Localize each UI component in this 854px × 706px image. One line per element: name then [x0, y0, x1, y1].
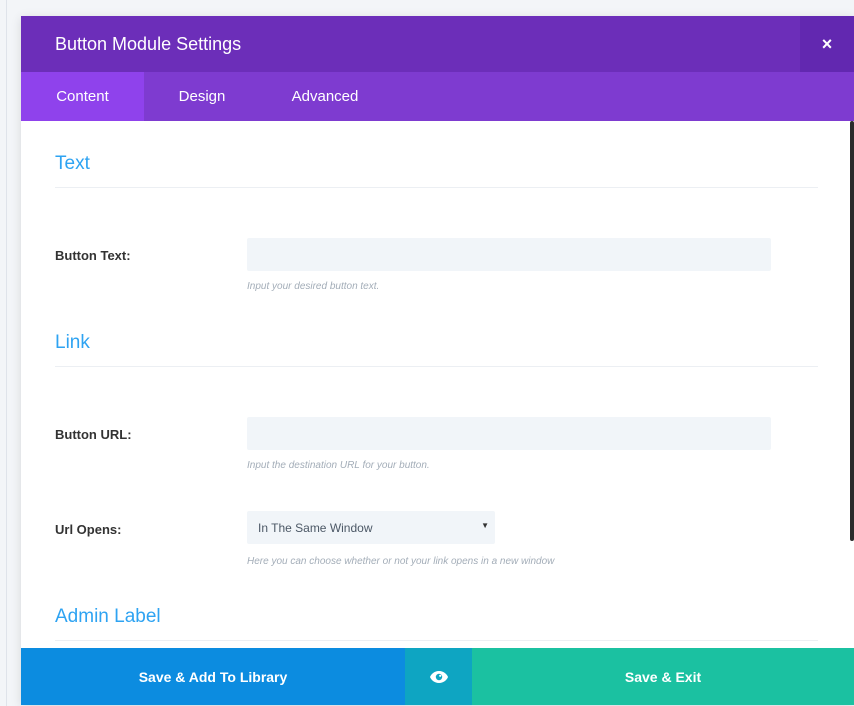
- modal-footer: Save & Add To Library Save & Exit: [21, 648, 854, 705]
- url-opens-select[interactable]: In The Same Window ▼: [247, 511, 495, 544]
- section-title-admin-label: Admin Label: [55, 606, 161, 627]
- scrollbar[interactable]: [850, 121, 854, 541]
- eye-icon: [429, 670, 448, 683]
- backdrop-divider: [6, 0, 7, 706]
- section-title-text: Text: [55, 153, 90, 174]
- modal-header: Button Module Settings ×: [21, 16, 854, 72]
- tab-advanced[interactable]: Advanced: [260, 72, 390, 121]
- close-button[interactable]: ×: [800, 16, 854, 72]
- url-opens-help: Here you can choose whether or not your …: [247, 556, 555, 567]
- button-url-label: Button URL:: [55, 427, 132, 442]
- tab-content[interactable]: Content: [21, 72, 144, 121]
- tab-design[interactable]: Design: [144, 72, 260, 121]
- button-text-input[interactable]: [247, 238, 771, 271]
- button-url-help: Input the destination URL for your butto…: [247, 460, 430, 471]
- chevron-down-icon: ▼: [481, 521, 489, 530]
- section-title-link: Link: [55, 332, 90, 353]
- preview-button[interactable]: [405, 648, 472, 705]
- module-settings-modal: Button Module Settings × Content Design …: [21, 16, 854, 705]
- section-divider: [55, 366, 818, 367]
- button-text-label: Button Text:: [55, 248, 131, 263]
- button-url-input[interactable]: [247, 417, 771, 450]
- settings-body[interactable]: Text Button Text: Input your desired but…: [21, 121, 854, 648]
- modal-title: Button Module Settings: [55, 34, 242, 54]
- section-divider: [55, 640, 818, 641]
- url-opens-label: Url Opens:: [55, 522, 122, 537]
- section-divider: [55, 187, 818, 188]
- save-add-to-library-button[interactable]: Save & Add To Library: [21, 648, 405, 705]
- button-text-help: Input your desired button text.: [247, 281, 380, 292]
- close-icon: ×: [821, 33, 833, 54]
- save-exit-button[interactable]: Save & Exit: [472, 648, 854, 705]
- settings-tabs: Content Design Advanced: [21, 72, 854, 121]
- url-opens-selected-value: In The Same Window: [258, 520, 373, 535]
